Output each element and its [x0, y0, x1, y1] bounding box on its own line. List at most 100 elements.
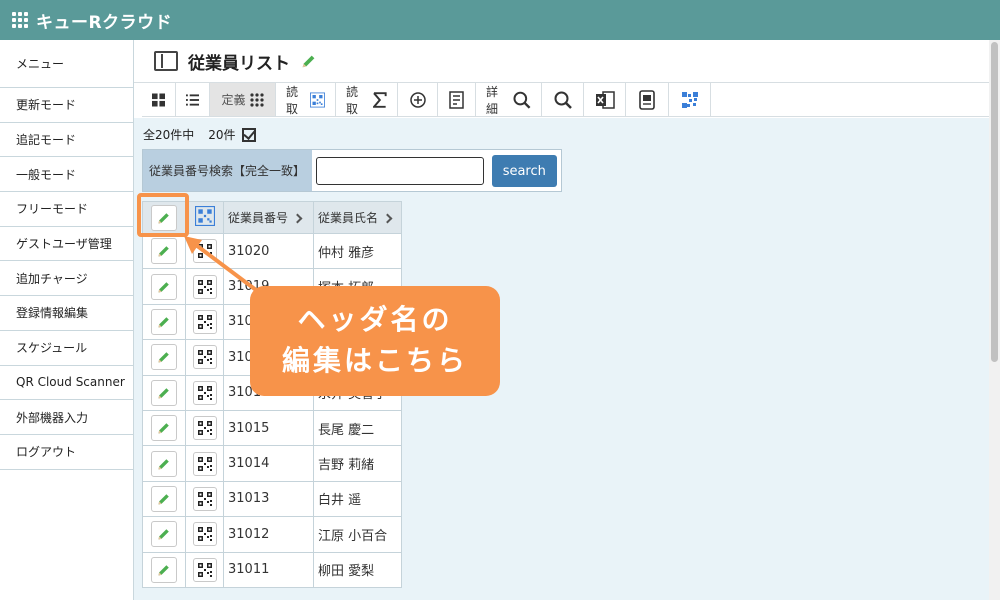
edit-list-button[interactable]	[438, 83, 476, 116]
app-header: キューRクラウド	[0, 0, 1000, 40]
read-qr-button[interactable]: 読取	[276, 83, 336, 116]
header-number-label: 従業員番号	[228, 211, 289, 225]
row-qr-cell	[185, 480, 224, 518]
row-qr-cell	[185, 339, 224, 376]
sidebar-item-charge[interactable]: 追加チャージ	[0, 261, 133, 297]
row-edit-button[interactable]	[151, 273, 177, 300]
header-name-label: 従業員氏名	[318, 211, 379, 225]
employee-name-cell: 白井 遥	[313, 480, 402, 518]
qr-code-icon	[197, 385, 212, 400]
sidebar-item-logout[interactable]: ログアウト	[0, 435, 133, 470]
search-button[interactable]: search	[491, 155, 557, 187]
row-qr-button[interactable]	[192, 309, 217, 334]
sidebar-item-free-mode[interactable]: フリーモード	[0, 192, 133, 227]
search-button-toolbar[interactable]	[542, 83, 584, 116]
excel-export-button[interactable]	[584, 83, 626, 116]
row-qr-button[interactable]	[192, 486, 217, 511]
sidebar-item-schedule[interactable]: スケジュール	[0, 331, 133, 366]
read-sum-label: 読取	[346, 84, 359, 116]
document-icon	[639, 89, 655, 110]
callout-box: ヘッダ名の 編集はこちら	[250, 286, 500, 396]
sidebar-item-registration[interactable]: 登録情報編集	[0, 296, 133, 331]
header-employee-name[interactable]: 従業員氏名	[313, 201, 402, 234]
qr-code-icon	[197, 350, 212, 365]
definition-label: 定義	[221, 93, 246, 107]
row-edit-button[interactable]	[151, 450, 177, 477]
sidebar-item-qr-scanner[interactable]: QR Cloud Scanner	[0, 366, 133, 401]
search-input[interactable]	[315, 157, 484, 185]
sidebar-item-append-mode[interactable]: 追記モード	[0, 123, 133, 158]
row-edit-button[interactable]	[151, 379, 177, 406]
header-qr-cell[interactable]	[185, 201, 224, 234]
row-edit-button[interactable]	[151, 556, 177, 583]
employee-name-cell: 長尾 慶二	[313, 409, 402, 447]
search-panel: 従業員番号検索【完全一致】 search	[142, 149, 562, 192]
detail-search-button[interactable]: 詳細	[476, 83, 542, 116]
sidebar-item-menu[interactable]: メニュー	[0, 40, 133, 88]
row-qr-button[interactable]	[192, 451, 217, 476]
qr-print-button[interactable]	[669, 83, 711, 116]
page-scrollbar[interactable]	[989, 40, 1000, 600]
qr-code-icon	[310, 92, 325, 107]
row-edit-button[interactable]	[151, 521, 177, 548]
pencil-icon	[158, 529, 169, 540]
row-edit-button[interactable]	[151, 308, 177, 335]
row-qr-button[interactable]	[192, 380, 217, 405]
row-edit-cell	[142, 374, 186, 411]
total-count: 全20件中	[143, 128, 195, 142]
definition-button[interactable]: 定義	[210, 83, 276, 116]
scroll-thumb[interactable]	[991, 42, 998, 362]
book-icon	[154, 51, 178, 71]
page-title: 従業員リスト	[188, 53, 290, 74]
employee-name-cell: 吉野 莉緒	[313, 445, 402, 482]
table-row: 31015 長尾 慶二	[142, 409, 402, 447]
qr-code-icon	[197, 314, 212, 329]
sidebar-item-general-mode[interactable]: 一般モード	[0, 157, 133, 193]
qr-code-icon	[194, 206, 215, 226]
excel-icon	[595, 90, 615, 109]
callout-line-2: 編集はこちら	[281, 344, 468, 377]
select-all-checkbox[interactable]	[241, 127, 256, 142]
read-qr-label: 読取	[286, 84, 299, 116]
sigma-icon	[373, 91, 387, 108]
pencil-icon	[158, 423, 169, 434]
apps-grid-icon[interactable]	[12, 12, 28, 28]
row-edit-button[interactable]	[151, 238, 177, 265]
pencil-icon	[158, 494, 169, 505]
add-comment-button[interactable]	[398, 83, 438, 116]
employee-name-cell: 柳田 愛梨	[313, 551, 402, 588]
search-label: 従業員番号検索【完全一致】	[143, 150, 312, 191]
row-edit-cell	[142, 445, 186, 482]
row-qr-button[interactable]	[192, 557, 217, 582]
row-edit-cell	[142, 409, 186, 447]
shown-count: 20件	[208, 128, 236, 142]
sidebar-item-update-mode[interactable]: 更新モード	[0, 88, 133, 123]
detail-label: 詳細	[486, 84, 499, 116]
pencil-icon	[158, 387, 169, 399]
pencil-icon[interactable]	[300, 52, 318, 70]
row-edit-button[interactable]	[151, 344, 177, 371]
pdf-export-button[interactable]	[626, 83, 669, 116]
pencil-icon	[158, 246, 169, 257]
sidebar-item-guest-users[interactable]: ゲストユーザ管理	[0, 227, 133, 262]
row-qr-button[interactable]	[192, 522, 217, 547]
row-edit-cell	[142, 516, 186, 553]
row-edit-button[interactable]	[151, 485, 177, 512]
toolbar: 定義 読取 読取 詳細	[142, 83, 989, 117]
list-view-button[interactable]	[176, 83, 210, 116]
row-edit-cell	[142, 339, 186, 376]
dots-grid-icon	[249, 92, 264, 107]
sidebar-item-external-input[interactable]: 外部機器入力	[0, 400, 133, 435]
qr-code-icon	[197, 491, 212, 506]
row-qr-button[interactable]	[192, 345, 217, 370]
app-title: キューRクラウド	[36, 12, 173, 33]
pencil-icon	[158, 352, 169, 363]
grid-view-button[interactable]	[142, 83, 176, 116]
title-bar: 従業員リスト	[134, 40, 989, 83]
row-edit-cell	[142, 480, 186, 518]
header-employee-number[interactable]: 従業員番号	[223, 201, 314, 234]
row-edit-button[interactable]	[151, 415, 177, 442]
read-sum-button[interactable]: 読取	[336, 83, 398, 116]
row-qr-button[interactable]	[192, 416, 217, 441]
table-row: 31011 柳田 愛梨	[142, 551, 402, 588]
